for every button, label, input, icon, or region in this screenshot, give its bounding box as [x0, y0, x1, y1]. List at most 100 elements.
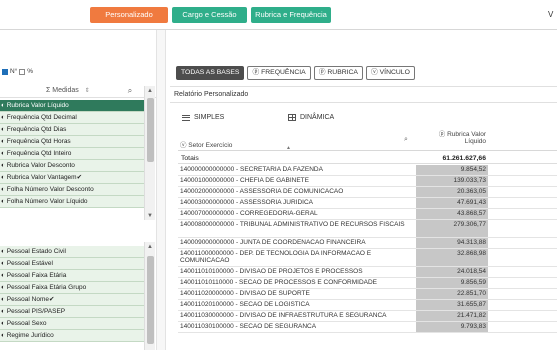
dimension-item-label: Pessoal PIS/PASEP [6, 308, 66, 315]
measures-scrollbar[interactable]: ▲ ▼ [144, 86, 155, 220]
dimension-item[interactable]: ◐ Pessoal Estável [0, 258, 144, 270]
dimensions-list: ◐ Pessoal Estado Civil ◐ Pessoal Estável… [0, 246, 144, 350]
dimension-item[interactable]: ◐ Pessoal PIS/PASEP [0, 306, 144, 318]
scroll-up-icon[interactable]: ▲ [147, 88, 153, 94]
row-value: 20.363,05 [416, 187, 488, 197]
dimension-item-label: Pessoal Faixa Etária [6, 272, 67, 279]
table-row[interactable]: 140009000000000 - JUNTA DE COORDENACAO F… [178, 238, 557, 249]
table-row[interactable]: 140008000000000 - TRIBUNAL ADMINISTRATIV… [178, 220, 557, 238]
tab-cargo-e-cessao[interactable]: Cargo e Cessão [172, 7, 247, 23]
report-panel: Relatório Personalizado SIMPLES DINÂMICA… [170, 86, 557, 350]
dimension-item[interactable]: ◐ Regime Jurídico [0, 330, 144, 342]
row-value: 9.793,83 [416, 322, 488, 332]
list-icon [182, 114, 190, 121]
panel-divider[interactable] [156, 30, 166, 350]
subtab-dinamica[interactable]: DINÂMICA [288, 114, 334, 121]
totals-value: 61.261.627,66 [442, 155, 486, 162]
row-value: 279.306,77 [416, 220, 488, 237]
measure-item-label: Rubrica Valor Vantagem✔ [6, 174, 83, 181]
mode-todas-as-bases-button[interactable]: TODAS AS BASES [176, 66, 245, 80]
dimensions-scrollbar[interactable]: ▲ [144, 242, 155, 350]
sort-asc-icon[interactable]: ▲ [286, 145, 291, 151]
number-label: N° [10, 68, 18, 75]
measures-title: Σ Medidas [46, 87, 79, 94]
scroll-up-icon[interactable]: ▲ [147, 244, 153, 250]
measure-item[interactable]: ◐ Folha Número Valor Líquido [0, 196, 144, 208]
measures-list: ◐ Rubrica Valor Líquido ◐ Frequência Qtd… [0, 100, 144, 220]
measure-item[interactable]: ◐ Frequência Qtd Horas [0, 136, 144, 148]
dimension-item[interactable]: ◐ Pessoal Estado Civil [0, 246, 144, 258]
mode-vinculo-button[interactable]: ⓥ VÍNCULO [365, 66, 415, 80]
table-row[interactable]: 140011020100000 - SECAO DE LOGISTICA 31.6… [178, 300, 557, 311]
row-value: 9.856,59 [416, 278, 488, 288]
scroll-down-icon[interactable]: ▼ [147, 213, 153, 219]
subtab-simples[interactable]: SIMPLES [182, 114, 224, 121]
measure-item[interactable]: ◐ Rubrica Valor Líquido [0, 100, 144, 112]
divider [170, 102, 557, 103]
tab-personalizado[interactable]: Personalizado [90, 7, 168, 23]
column-header-setor[interactable]: ⓥ Setor Exercício [180, 139, 232, 149]
row-setor: 140011010110000 - SECAO DE PROCESSOS E C… [180, 279, 378, 286]
table-row[interactable]: 140011030100000 - SECAO DE SEGURANCA 9.79… [178, 322, 557, 333]
measure-item[interactable]: ◐ Rubrica Valor Vantagem✔ [0, 172, 144, 184]
totals-row: Totais 61.261.627,66 [178, 153, 557, 164]
measures-header: Σ Medidas ⇕ ⌕ [0, 84, 156, 98]
table-row[interactable]: 140011010100000 - DIVISAO DE PROJETOS E … [178, 267, 557, 278]
table-row[interactable]: 140003000000000 - ASSESSORIA JURIDICA 47.… [178, 198, 557, 209]
table-row[interactable]: 140011030000000 - DIVISAO DE INFRAESTRUT… [178, 311, 557, 322]
table-row[interactable]: 140011020000000 - DIVISAO DE SUPORTE 22.8… [178, 289, 557, 300]
row-setor: 140011020000000 - DIVISAO DE SUPORTE [180, 290, 310, 297]
dimension-item[interactable]: ◐ Pessoal Sexo [0, 318, 144, 330]
measure-item-label: Frequência Qtd Dias [6, 126, 67, 133]
measure-item[interactable]: ◐ Rubrica Valor Desconto [0, 160, 144, 172]
row-value: 24.018,54 [416, 267, 488, 277]
dimension-item[interactable]: ◐ Pessoal Faixa Etária Grupo [0, 282, 144, 294]
base-mode-bar: TODAS AS BASES ⓟ FREQUÊNCIA ⓟ RUBRICA ⓥ … [176, 66, 415, 80]
number-checkbox[interactable] [2, 68, 8, 75]
row-setor: 140007000000000 - CORREGEDORIA-GERAL [180, 210, 318, 217]
measure-item[interactable]: ◐ Frequência Qtd Dias [0, 124, 144, 136]
row-setor: 140011030100000 - SECAO DE SEGURANCA [180, 323, 317, 330]
percent-checkbox[interactable] [19, 68, 26, 75]
measure-item-label: Frequência Qtd Decimal [6, 114, 77, 121]
table-row[interactable]: 140011000000000 - DEP. DE TECNOLOGIA DA … [178, 249, 557, 267]
subtab-simples-label: SIMPLES [194, 114, 225, 121]
mode-rubrica-button[interactable]: ⓟ RUBRICA [313, 66, 363, 80]
tab-rubrica-e-frequencia[interactable]: Rubrica e Frequência [251, 7, 331, 23]
sort-updown-icon[interactable]: ⇕ [85, 87, 90, 94]
table-row[interactable]: 140011010110000 - SECAO DE PROCESSOS E C… [178, 278, 557, 289]
search-icon[interactable]: ⌕ [128, 86, 132, 96]
column-header-rubrica[interactable]: ⓟ Rubrica Valor Líquido [426, 131, 486, 145]
table-row[interactable]: 140002000000000 - ASSESSORIA DE COMUNICA… [178, 187, 557, 198]
measure-item[interactable]: ◐ Frequência Qtd Decimal [0, 112, 144, 124]
table-row[interactable]: 140007000000000 - CORREGEDORIA-GERAL 43.8… [178, 209, 557, 220]
dimension-item[interactable]: ◐ Pessoal Faixa Etária [0, 270, 144, 282]
row-value: 43.868,57 [416, 209, 488, 219]
scroll-thumb[interactable] [147, 98, 154, 162]
row-setor: 140002000000000 - ASSESSORIA DE COMUNICA… [180, 188, 344, 195]
dimension-item[interactable]: ◐ Pessoal Nome✔ [0, 294, 144, 306]
dimension-item-label: Pessoal Sexo [6, 320, 47, 327]
top-tab-bar: Personalizado Cargo e Cessão Rubrica e F… [0, 0, 557, 30]
totals-label: Totais [181, 155, 199, 162]
mode-frequencia-button[interactable]: ⓟ FREQUÊNCIA [247, 66, 311, 80]
row-setor: 140000000000000 - SECRETARIA DA FAZENDA [180, 166, 323, 173]
table-header: ⓥ Setor Exercício ▲ ⌕ ⓟ Rubrica Valor Lí… [178, 129, 557, 151]
subtab-dinamica-label: DINÂMICA [300, 114, 335, 121]
row-value: 9.854,52 [416, 165, 488, 175]
dimension-item-label: Pessoal Estado Civil [6, 248, 66, 255]
table-row[interactable]: 140001000000000 - CHEFIA DE GABINETE 139.… [178, 176, 557, 187]
scroll-thumb[interactable] [147, 256, 154, 344]
table-row[interactable]: 140000000000000 - SECRETARIA DA FAZENDA 9… [178, 165, 557, 176]
row-value: 31.655,87 [416, 300, 488, 310]
row-value: 94.313,88 [416, 238, 488, 248]
dimension-item-label: Regime Jurídico [6, 332, 54, 339]
measure-item[interactable]: ◐ Frequência Qtd Inteiro [0, 148, 144, 160]
measure-item-label: Folha Número Valor Líquido [6, 198, 88, 205]
row-setor: 140011030000000 - DIVISAO DE INFRAESTRUT… [180, 312, 387, 319]
column-search-icon[interactable]: ⌕ [404, 136, 408, 144]
dimension-item-label: Pessoal Faixa Etária Grupo [6, 284, 87, 291]
measure-item[interactable]: ◐ Folha Número Valor Desconto [0, 184, 144, 196]
measure-item-label: Rubrica Valor Desconto [6, 162, 75, 169]
dimension-item-label: Pessoal Nome✔ [6, 296, 55, 303]
